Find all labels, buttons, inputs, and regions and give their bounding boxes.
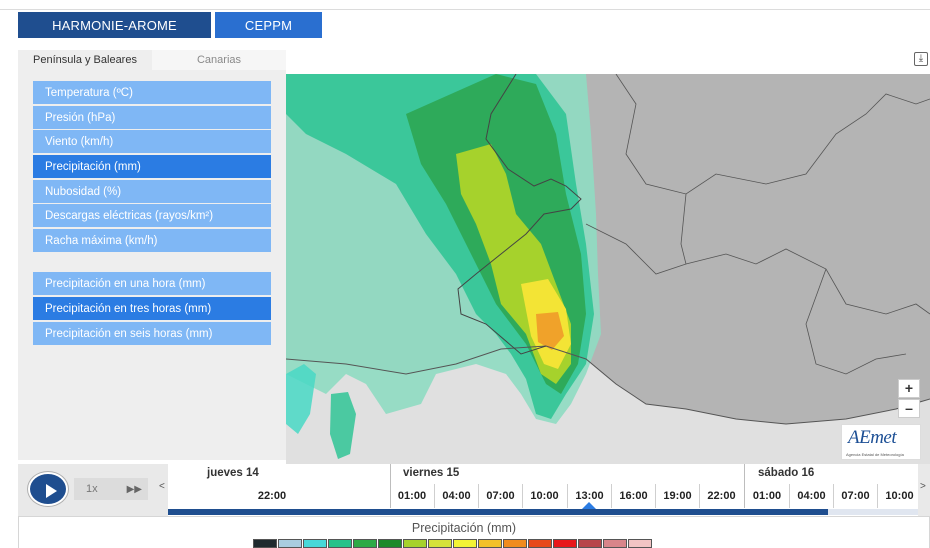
menu-descargas-electricas[interactable]: Descargas eléctricas (rayos/km²) xyxy=(33,204,271,227)
timeline-next-button[interactable]: > xyxy=(920,481,926,492)
variables-panel: Península y Baleares Canarias Temperatur… xyxy=(18,50,286,460)
aemet-logo-text: AEmet xyxy=(848,427,897,448)
legend-title: Precipitación (mm) xyxy=(411,521,517,535)
tab-peninsula-baleares[interactable]: Península y Baleares xyxy=(18,50,152,70)
play-button[interactable] xyxy=(28,472,68,506)
hour-slot[interactable]: 22:00 xyxy=(250,484,294,508)
legend-swatch xyxy=(578,539,602,548)
legend-swatch xyxy=(378,539,402,548)
legend-swatch xyxy=(353,539,377,548)
legend-swatch xyxy=(553,539,577,548)
legend-swatch xyxy=(478,539,502,548)
menu-viento[interactable]: Viento (km/h) xyxy=(33,130,271,153)
day-label-sabado: sábado 16 xyxy=(758,467,815,479)
legend-swatch xyxy=(278,539,302,548)
zoom-out-button[interactable]: – xyxy=(898,399,920,418)
precipitation-legend: Precipitación (mm) xyxy=(18,516,930,548)
day-label-jueves: jueves 14 xyxy=(207,467,259,479)
hour-slot[interactable]: 01:00 xyxy=(745,484,789,508)
legend-swatch xyxy=(328,539,352,548)
hour-slot[interactable]: 10:00 xyxy=(522,484,566,508)
zoom-in-button[interactable]: + xyxy=(898,379,920,398)
top-divider xyxy=(0,9,930,10)
legend-swatch xyxy=(628,539,652,548)
menu-precip-una-hora[interactable]: Precipitación en una hora (mm) xyxy=(33,272,271,295)
menu-temperatura[interactable]: Temperatura (ºC) xyxy=(33,81,271,104)
legend-swatch xyxy=(303,539,327,548)
speed-value: 1x xyxy=(86,483,98,495)
hour-slot[interactable]: 07:00 xyxy=(478,484,522,508)
hour-slot[interactable]: 04:00 xyxy=(789,484,833,508)
menu-racha-maxima[interactable]: Racha máxima (km/h) xyxy=(33,229,271,252)
timeline-prev-button[interactable]: < xyxy=(159,481,165,492)
legend-swatch xyxy=(403,539,427,548)
legend-swatch xyxy=(603,539,627,548)
day-label-viernes: viernes 15 xyxy=(403,467,460,479)
speed-control[interactable]: 1x ▶▶ xyxy=(74,478,148,500)
menu-precipitacion[interactable]: Precipitación (mm) xyxy=(33,155,271,178)
region-tabs: Península y Baleares Canarias xyxy=(18,50,286,70)
menu-presion[interactable]: Presión (hPa) xyxy=(33,106,271,129)
legend-swatch xyxy=(528,539,552,548)
menu-precip-tres-horas[interactable]: Precipitación en tres horas (mm) xyxy=(33,297,271,320)
hour-slot[interactable]: 22:00 xyxy=(699,484,743,508)
legend-swatch xyxy=(253,539,277,548)
current-time-marker xyxy=(582,502,596,509)
hour-slot[interactable]: 07:00 xyxy=(833,484,877,508)
tab-ceppm[interactable]: CEPPM xyxy=(215,12,322,38)
fast-forward-icon[interactable]: ▶▶ xyxy=(127,484,142,495)
precipitation-map[interactable] xyxy=(286,74,930,464)
menu-nubosidad[interactable]: Nubosidad (%) xyxy=(33,180,271,203)
player-controls: 1x ▶▶ < jueves 14 viernes 15 sábado 16 2… xyxy=(18,464,930,516)
hour-slot[interactable]: 04:00 xyxy=(434,484,478,508)
hour-slot[interactable]: 10:00 xyxy=(877,484,921,508)
aemet-logo: AEmet Agencia Estatal de Meteorología xyxy=(841,424,921,460)
map-canvas xyxy=(286,74,930,464)
legend-swatch xyxy=(428,539,452,548)
hour-slot[interactable]: 01:00 xyxy=(390,484,434,508)
timeline-progress-fill xyxy=(168,509,828,515)
download-icon[interactable]: ⤓ xyxy=(914,52,928,66)
tab-canarias[interactable]: Canarias xyxy=(152,50,286,70)
hour-slot[interactable]: 19:00 xyxy=(655,484,699,508)
timeline-progress-track[interactable] xyxy=(168,509,918,515)
tab-harmonie-arome[interactable]: HARMONIE-AROME xyxy=(18,12,211,38)
hour-slot[interactable]: 16:00 xyxy=(611,484,655,508)
timeline[interactable]: jueves 14 viernes 15 sábado 16 22:00 01:… xyxy=(168,464,918,516)
legend-swatch xyxy=(503,539,527,548)
legend-swatches xyxy=(253,539,653,548)
menu-precip-seis-horas[interactable]: Precipitación en seis horas (mm) xyxy=(33,322,271,345)
aemet-logo-subtitle: Agencia Estatal de Meteorología xyxy=(846,452,904,457)
legend-swatch xyxy=(453,539,477,548)
